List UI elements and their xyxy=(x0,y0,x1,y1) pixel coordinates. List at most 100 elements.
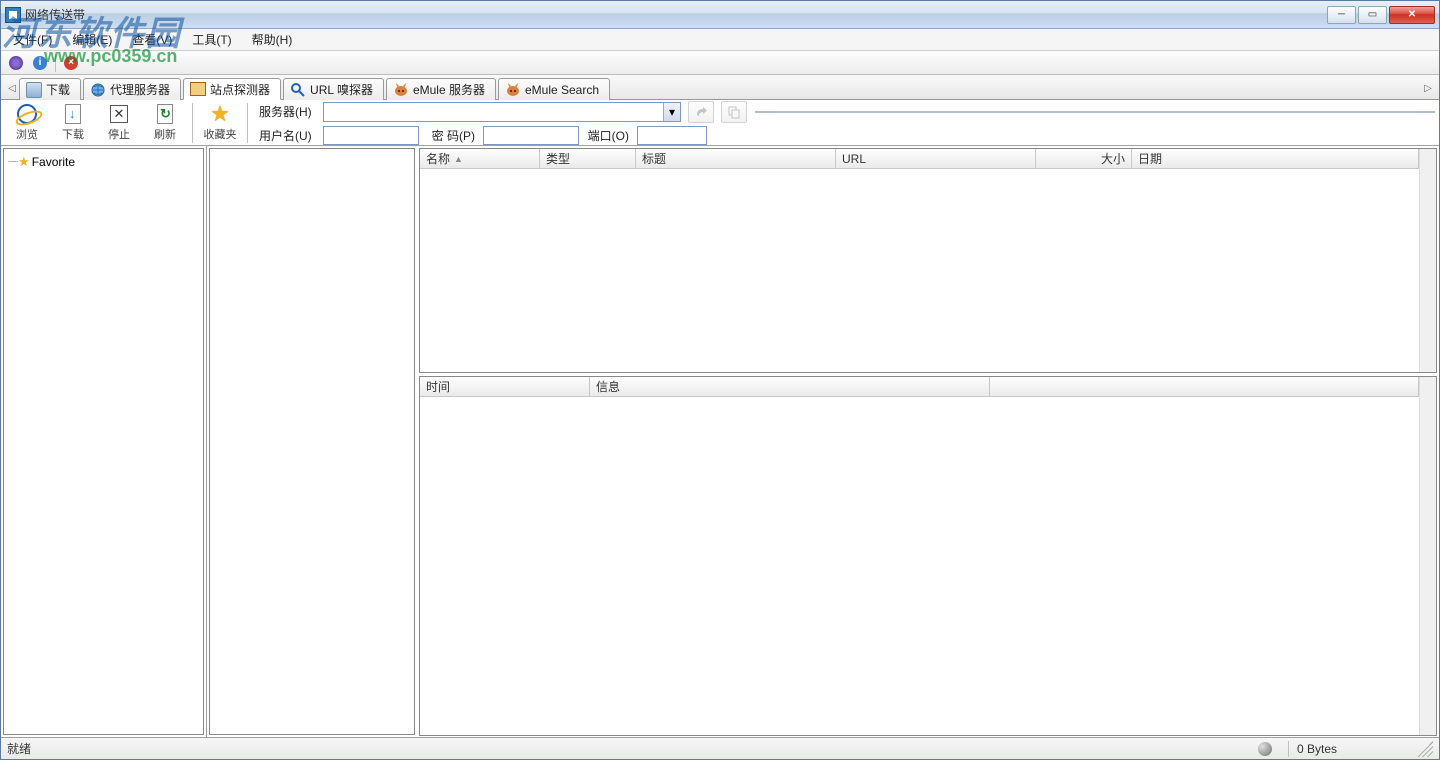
tab-site-explorer[interactable]: 站点探测器 xyxy=(183,78,281,100)
col-title[interactable]: 标题 xyxy=(636,149,836,168)
resize-grip[interactable] xyxy=(1417,741,1433,757)
tree-connector: ┈┈ xyxy=(8,157,16,168)
user-label: 用户名(U) xyxy=(259,127,319,144)
quick-toolbar: i × xyxy=(1,51,1439,75)
col-size[interactable]: 大小 xyxy=(1036,149,1132,168)
ie-icon xyxy=(17,104,37,124)
tab-label: 代理服务器 xyxy=(110,81,170,98)
left-panel: ┈┈ ★ Favorite xyxy=(1,146,207,737)
gear-icon xyxy=(9,56,23,70)
menu-help[interactable]: 帮助(H) xyxy=(246,29,299,50)
stop-icon xyxy=(110,105,128,123)
tab-label: URL 嗅探器 xyxy=(310,81,373,98)
password-input[interactable] xyxy=(483,126,579,145)
tab-emule-server[interactable]: eMule 服务器 xyxy=(386,78,496,100)
copy-icon xyxy=(727,105,741,119)
right-panel: 名称 ▲ 类型 标题 URL 大小 日期 xyxy=(417,146,1439,737)
col-label: 时间 xyxy=(426,378,450,395)
menu-file[interactable]: 文件(F) xyxy=(7,29,58,50)
menu-tools[interactable]: 工具(T) xyxy=(186,29,237,50)
col-time[interactable]: 时间 xyxy=(420,377,590,396)
app-icon xyxy=(5,7,21,23)
download-icon xyxy=(65,104,81,124)
tab-proxy[interactable]: 代理服务器 xyxy=(83,78,181,100)
maximize-button[interactable]: ▭ xyxy=(1358,6,1387,24)
log-list: 时间 信息 xyxy=(419,376,1437,736)
col-label: 日期 xyxy=(1138,150,1162,167)
separator xyxy=(55,54,56,72)
tab-url-sniffer[interactable]: URL 嗅探器 xyxy=(283,78,384,100)
pass-label: 密 码(P) xyxy=(423,127,479,144)
button-label: 下载 xyxy=(62,126,84,142)
download-button[interactable]: 下载 xyxy=(51,100,95,145)
col-date[interactable]: 日期 xyxy=(1132,149,1419,168)
col-label: 名称 xyxy=(426,150,450,167)
col-label: 标题 xyxy=(642,150,666,167)
menubar: 文件(F) 编辑(E) 查看(V) 工具(T) 帮助(H) xyxy=(1,29,1439,51)
col-url[interactable]: URL xyxy=(836,149,1036,168)
content-split: ┈┈ ★ Favorite 名称 ▲ xyxy=(1,146,1439,737)
settings-button[interactable] xyxy=(5,53,27,73)
magnifier-icon xyxy=(290,82,306,98)
emule-search-icon xyxy=(505,82,521,98)
col-label: 信息 xyxy=(596,378,620,395)
col-name[interactable]: 名称 ▲ xyxy=(420,149,540,168)
server-input[interactable] xyxy=(324,103,663,121)
star-icon: ★ xyxy=(18,154,30,170)
address-preview-area xyxy=(755,111,1435,113)
proxy-icon xyxy=(90,82,106,98)
refresh-button[interactable]: 刷新 xyxy=(143,100,187,145)
info-button[interactable]: i xyxy=(29,53,51,73)
separator xyxy=(192,103,193,143)
main-area: 浏览 下载 停止 刷新 ★ 收藏夹 xyxy=(1,100,1439,737)
log-list-header: 时间 信息 xyxy=(420,377,1419,397)
status-text: 就绪 xyxy=(7,740,31,757)
button-label: 收藏夹 xyxy=(204,126,237,142)
username-input[interactable] xyxy=(323,126,419,145)
chevron-down-icon[interactable]: ▾ xyxy=(663,103,680,121)
browse-button[interactable]: 浏览 xyxy=(5,100,49,145)
tab-scroll-left[interactable]: ◁ xyxy=(5,77,19,99)
tab-emule-search[interactable]: eMule Search xyxy=(498,78,610,100)
port-label: 端口(O) xyxy=(583,127,633,144)
delete-button[interactable]: × xyxy=(60,53,82,73)
col-label: 类型 xyxy=(546,150,570,167)
go-button[interactable] xyxy=(688,101,714,123)
site-icon xyxy=(190,81,206,97)
copy-button[interactable] xyxy=(721,101,747,123)
col-label: URL xyxy=(842,152,866,166)
server-combo[interactable]: ▾ xyxy=(323,102,681,122)
stop-button[interactable]: 停止 xyxy=(97,100,141,145)
close-button[interactable]: ✕ xyxy=(1389,6,1435,24)
file-list-header: 名称 ▲ 类型 标题 URL 大小 日期 xyxy=(420,149,1419,169)
log-list-body[interactable] xyxy=(420,397,1419,735)
toolbar-section: 浏览 下载 停止 刷新 ★ 收藏夹 xyxy=(1,100,1439,146)
button-label: 浏览 xyxy=(16,126,38,142)
favorites-tree[interactable]: ┈┈ ★ Favorite xyxy=(3,148,204,735)
sort-asc-icon: ▲ xyxy=(454,154,463,164)
menu-view[interactable]: 查看(V) xyxy=(126,29,178,50)
statusbar: 就绪 0 Bytes xyxy=(1,737,1439,759)
download-tab-icon xyxy=(26,82,42,98)
minimize-button[interactable]: ─ xyxy=(1327,6,1356,24)
tree-node-favorite[interactable]: ┈┈ ★ Favorite xyxy=(6,153,201,171)
menu-edit[interactable]: 编辑(E) xyxy=(66,29,118,50)
big-toolbar: 浏览 下载 停止 刷新 ★ 收藏夹 xyxy=(1,100,255,145)
col-info[interactable]: 信息 xyxy=(590,377,990,396)
tab-scroll-right[interactable]: ▷ xyxy=(1421,77,1435,99)
scrollbar[interactable] xyxy=(1419,377,1436,735)
star-icon: ★ xyxy=(210,101,230,127)
arrow-go-icon xyxy=(694,105,708,119)
tabbar: ◁ 下载 代理服务器 站点探测器 URL 嗅探器 eMule 服务器 xyxy=(1,75,1439,100)
tab-download[interactable]: 下载 xyxy=(19,78,81,100)
window-title: 网络传送带 xyxy=(25,6,85,23)
file-list-body[interactable] xyxy=(420,169,1419,372)
favorites-button[interactable]: ★ 收藏夹 xyxy=(198,100,242,145)
separator xyxy=(1288,741,1289,757)
col-label: 大小 xyxy=(1101,150,1125,167)
scrollbar[interactable] xyxy=(1419,149,1436,372)
button-label: 停止 xyxy=(108,126,130,142)
app-window: 网络传送带 ─ ▭ ✕ 文件(F) 编辑(E) 查看(V) 工具(T) 帮助(H… xyxy=(0,0,1440,760)
col-type[interactable]: 类型 xyxy=(540,149,636,168)
port-input[interactable] xyxy=(637,126,707,145)
